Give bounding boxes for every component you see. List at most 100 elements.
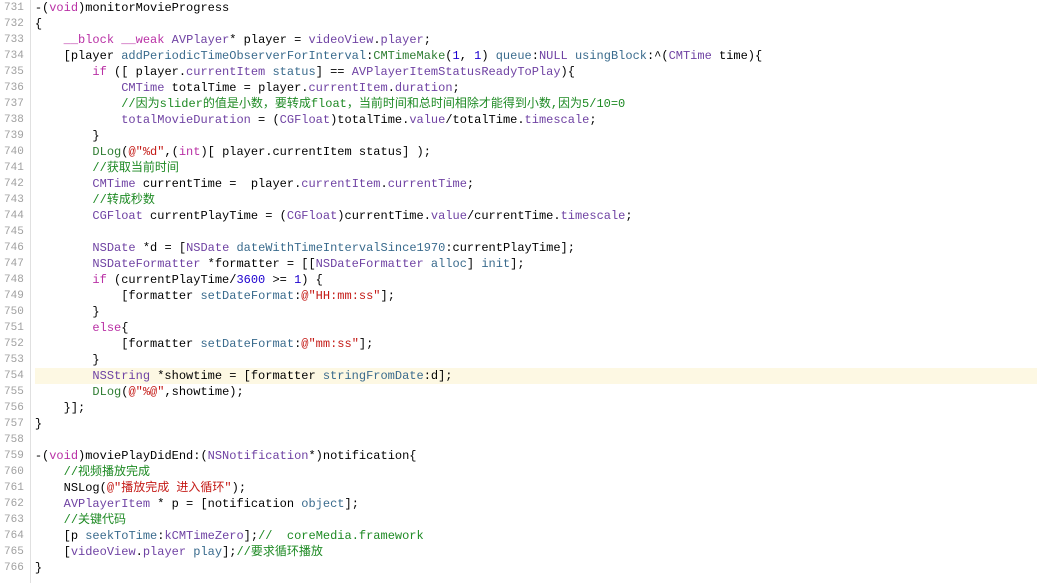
code-token: timescale <box>525 113 590 127</box>
code-token: player <box>143 545 186 559</box>
code-token: NSDateFormatter <box>92 257 200 271</box>
code-line[interactable]: NSString *showtime = [formatter stringFr… <box>35 368 1037 384</box>
code-token: :d]; <box>424 369 453 383</box>
code-token: ; <box>453 81 460 95</box>
code-token: ]; <box>510 257 524 271</box>
code-line[interactable]: totalMovieDuration = (CGFloat)totalTime.… <box>35 112 1037 128</box>
code-token: value <box>409 113 445 127</box>
code-line[interactable]: } <box>35 304 1037 320</box>
code-line[interactable]: NSDateFormatter *formatter = [[NSDateFor… <box>35 256 1037 272</box>
code-token: AVPlayerItemStatusReadyToPlay <box>352 65 561 79</box>
code-line[interactable]: __block __weak AVPlayer* player = videoV… <box>35 32 1037 48</box>
code-token: NSLog( <box>35 481 107 495</box>
code-line[interactable]: [formatter setDateFormat:@"mm:ss"]; <box>35 336 1037 352</box>
code-line[interactable]: AVPlayerItem * p = [notification object]… <box>35 496 1037 512</box>
line-number: 760 <box>4 464 24 480</box>
code-token: //视频播放完成 <box>64 465 150 479</box>
code-token: CMTime <box>121 81 164 95</box>
code-token: 1 <box>453 49 460 63</box>
code-token: // coreMedia.framework <box>258 529 424 543</box>
code-token <box>424 257 431 271</box>
code-token: @"%d" <box>128 145 164 159</box>
code-token: NSNotification <box>208 449 309 463</box>
code-line[interactable] <box>35 432 1037 448</box>
code-token: currentTime <box>388 177 467 191</box>
code-line[interactable]: [player addPeriodicTimeObserverForInterv… <box>35 48 1037 64</box>
code-token: CGFloat <box>92 209 142 223</box>
code-line[interactable]: } <box>35 560 1037 576</box>
code-token <box>568 49 575 63</box>
code-token: queue <box>496 49 532 63</box>
code-line[interactable]: //因为slider的值是小数，要转成float，当前时间和总时间相除才能得到小… <box>35 96 1037 112</box>
code-token: [p <box>35 529 85 543</box>
line-number: 766 <box>4 560 24 576</box>
code-token: . <box>136 545 143 559</box>
code-line[interactable]: -(void)moviePlayDidEnd:(NSNotification*)… <box>35 448 1037 464</box>
code-token: ; <box>424 33 431 47</box>
code-token: currentPlayTime = ( <box>143 209 287 223</box>
code-line[interactable]: } <box>35 416 1037 432</box>
code-line[interactable]: if (currentPlayTime/3600 >= 1) { <box>35 272 1037 288</box>
line-number: 747 <box>4 256 24 272</box>
code-line[interactable]: //转成秒数 <box>35 192 1037 208</box>
code-token: CGFloat <box>287 209 337 223</box>
code-line[interactable]: //视频播放完成 <box>35 464 1037 480</box>
code-line[interactable]: [p seekToTime:kCMTimeZero];// coreMedia.… <box>35 528 1037 544</box>
code-line[interactable]: } <box>35 352 1037 368</box>
code-token: __weak <box>121 33 164 47</box>
line-number: 753 <box>4 352 24 368</box>
code-token: } <box>35 305 100 319</box>
code-token: CMTime <box>92 177 135 191</box>
line-number: 754 <box>4 368 24 384</box>
code-token: )monitorMovieProgress <box>78 1 229 15</box>
code-token: ]; <box>381 289 395 303</box>
code-token: @"播放完成 进入循环" <box>107 481 232 495</box>
code-line[interactable]: } <box>35 128 1037 144</box>
code-token: ]; <box>359 337 373 351</box>
code-line[interactable]: DLog(@"%@",showtime); <box>35 384 1037 400</box>
line-number: 764 <box>4 528 24 544</box>
code-token: void <box>49 1 78 15</box>
code-token: ); <box>232 481 246 495</box>
code-token: )[ player.currentItem status] ); <box>200 145 430 159</box>
code-line[interactable]: CMTime totalTime = player.currentItem.du… <box>35 80 1037 96</box>
code-token: time){ <box>712 49 762 63</box>
code-line[interactable]: [formatter setDateFormat:@"HH:mm:ss"]; <box>35 288 1037 304</box>
line-number: 742 <box>4 176 24 192</box>
code-line[interactable]: else{ <box>35 320 1037 336</box>
code-token: totalTime = player. <box>164 81 308 95</box>
code-token: AVPlayer <box>172 33 230 47</box>
code-editor[interactable]: -(void)monitorMovieProgress{ __block __w… <box>31 0 1037 583</box>
code-token: //要求循环播放 <box>236 545 322 559</box>
code-line[interactable]: //关键代码 <box>35 512 1037 528</box>
code-token: kCMTimeZero <box>164 529 243 543</box>
code-line[interactable]: { <box>35 16 1037 32</box>
code-line[interactable]: [videoView.player play];//要求循环播放 <box>35 544 1037 560</box>
code-token: } <box>35 353 100 367</box>
code-line[interactable]: CGFloat currentPlayTime = (CGFloat)curre… <box>35 208 1037 224</box>
code-token: int <box>179 145 201 159</box>
code-token: ,( <box>164 145 178 159</box>
code-line[interactable]: NSLog(@"播放完成 进入循环"); <box>35 480 1037 496</box>
code-line[interactable]: NSDate *d = [NSDate dateWithTimeInterval… <box>35 240 1037 256</box>
code-line[interactable]: }]; <box>35 400 1037 416</box>
code-line[interactable] <box>35 224 1037 240</box>
code-token: [player <box>35 49 121 63</box>
code-token <box>35 497 64 511</box>
code-line[interactable]: CMTime currentTime = player.currentItem.… <box>35 176 1037 192</box>
code-token: @"HH:mm:ss" <box>301 289 380 303</box>
code-token <box>35 385 93 399</box>
code-line[interactable]: if ([ player.currentItem status] == AVPl… <box>35 64 1037 80</box>
code-token: init <box>481 257 510 271</box>
line-number: 735 <box>4 64 24 80</box>
code-token: ] == <box>316 65 352 79</box>
code-line[interactable]: DLog(@"%d",(int)[ player.currentItem sta… <box>35 144 1037 160</box>
line-number: 751 <box>4 320 24 336</box>
code-token <box>35 145 93 159</box>
line-number: 741 <box>4 160 24 176</box>
line-number: 755 <box>4 384 24 400</box>
code-line[interactable]: -(void)monitorMovieProgress <box>35 0 1037 16</box>
code-token: /currentTime. <box>467 209 561 223</box>
code-token: * p = [notification <box>150 497 301 511</box>
code-line[interactable]: //获取当前时间 <box>35 160 1037 176</box>
